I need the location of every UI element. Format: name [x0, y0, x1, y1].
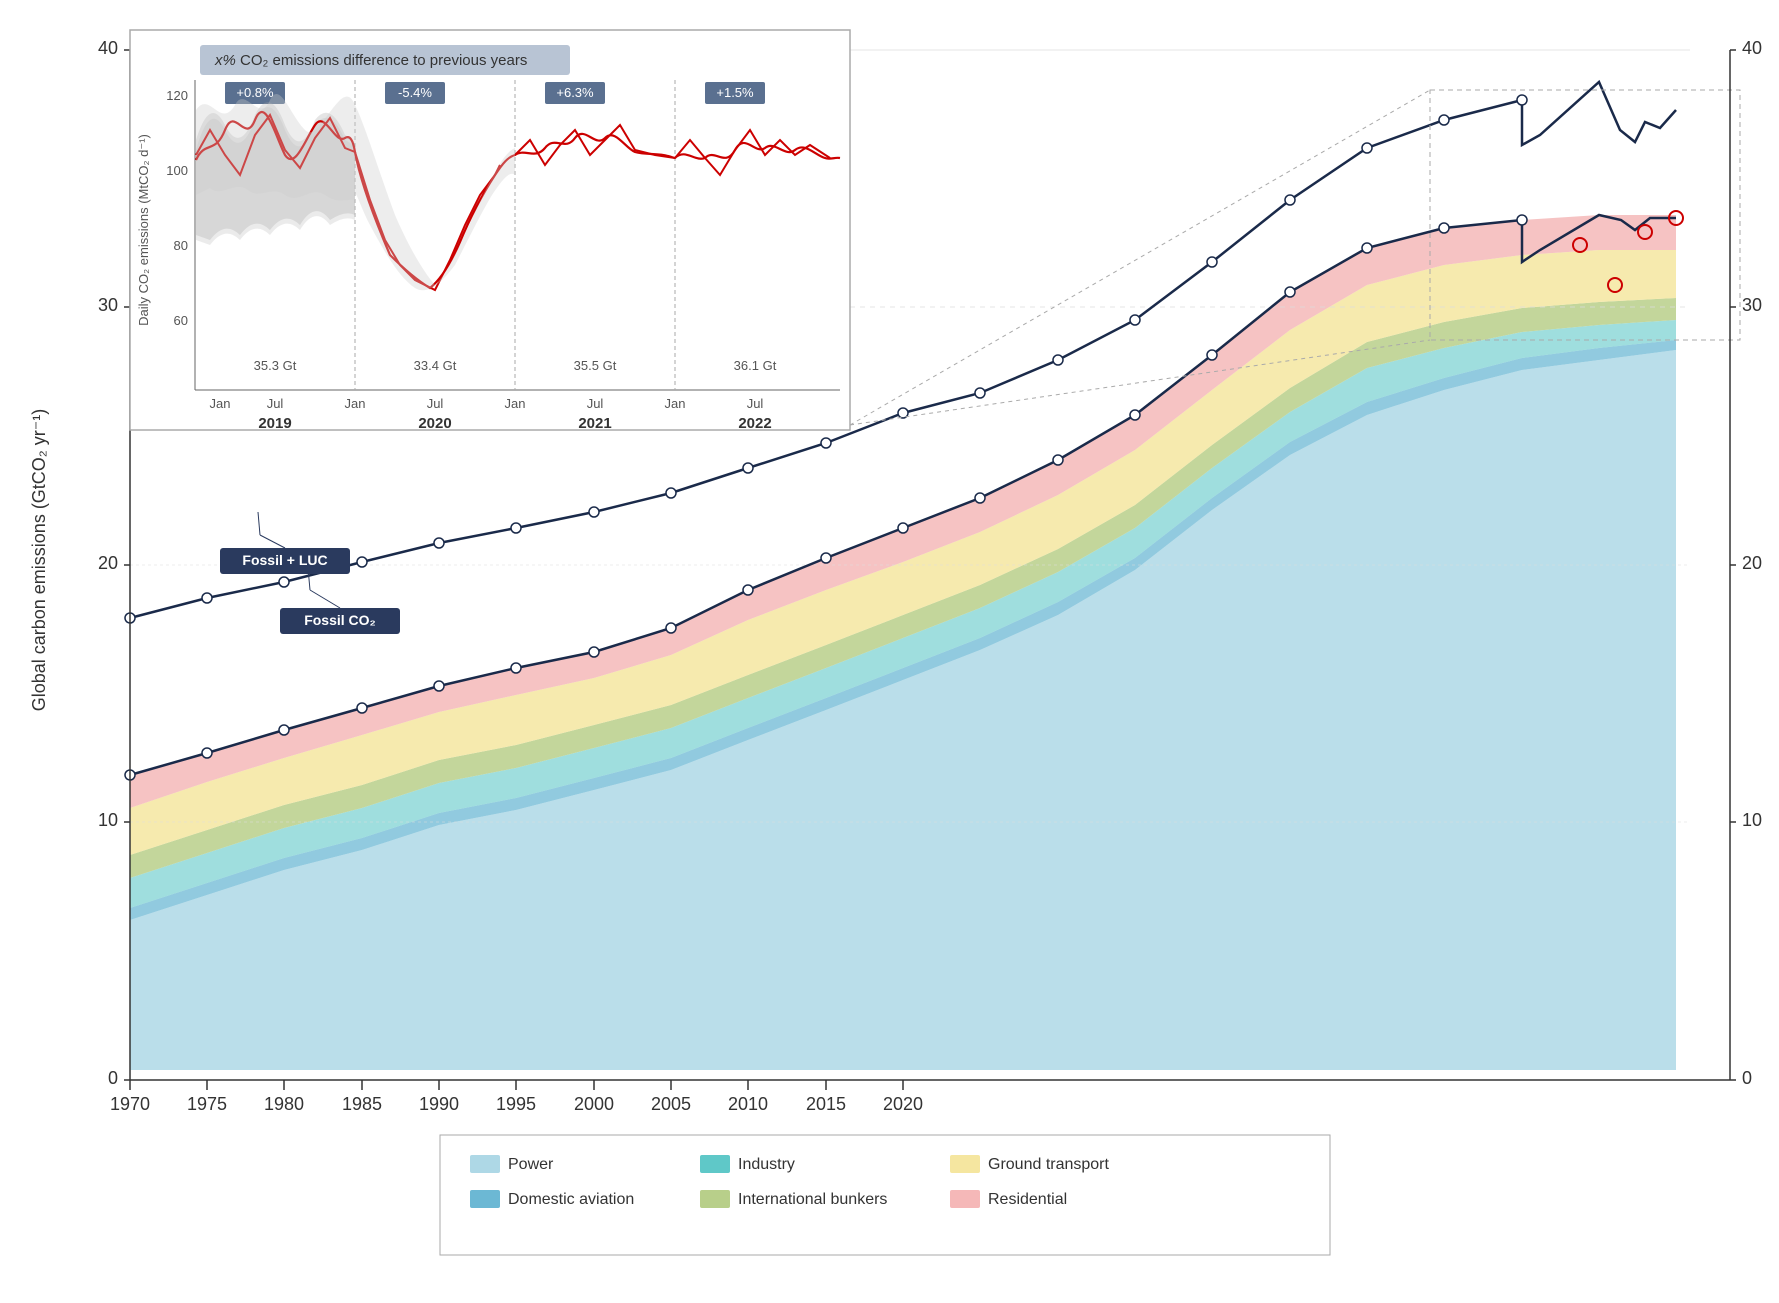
svg-text:10: 10 [1742, 810, 1762, 830]
svg-text:2019: 2019 [258, 415, 291, 432]
svg-text:Jan: Jan [210, 396, 231, 411]
svg-text:30: 30 [98, 295, 118, 315]
svg-text:-5.4%: -5.4% [398, 85, 432, 100]
svg-text:120: 120 [166, 88, 188, 103]
svg-text:Jan: Jan [665, 396, 686, 411]
svg-text:Fossil CO₂: Fossil CO₂ [304, 612, 376, 628]
svg-text:Industry: Industry [738, 1156, 795, 1173]
svg-text:+6.3%: +6.3% [556, 85, 594, 100]
svg-text:80: 80 [174, 238, 188, 253]
svg-text:1970: 1970 [110, 1094, 150, 1114]
svg-text:60: 60 [174, 313, 188, 328]
chart-container: 0 10 20 30 40 Global carbon emissions (G… [0, 0, 1779, 1303]
svg-text:Jul: Jul [747, 396, 764, 411]
svg-text:2005: 2005 [651, 1094, 691, 1114]
svg-text:33.4 Gt: 33.4 Gt [414, 358, 457, 373]
svg-text:1990: 1990 [419, 1094, 459, 1114]
svg-text:2010: 2010 [728, 1094, 768, 1114]
svg-text:+1.5%: +1.5% [716, 85, 754, 100]
svg-text:2021: 2021 [578, 415, 611, 432]
svg-text:2022: 2022 [738, 415, 771, 432]
svg-text:1980: 1980 [264, 1094, 304, 1114]
svg-text:1985: 1985 [342, 1094, 382, 1114]
svg-text:Domestic aviation: Domestic aviation [508, 1191, 634, 1208]
svg-text:CO₂ emissions difference to pr: CO₂ emissions difference to previous yea… [240, 52, 527, 69]
svg-text:Jan: Jan [345, 396, 366, 411]
svg-text:2020: 2020 [883, 1094, 923, 1114]
svg-text:10: 10 [98, 810, 118, 830]
svg-text:x%: x% [214, 52, 236, 69]
svg-text:2000: 2000 [574, 1094, 614, 1114]
svg-text:Daily CO₂ emissions (MtCO₂ d⁻¹: Daily CO₂ emissions (MtCO₂ d⁻¹) [136, 134, 151, 326]
svg-text:Residential: Residential [988, 1191, 1067, 1208]
svg-text:35.3 Gt: 35.3 Gt [254, 358, 297, 373]
svg-text:36.1 Gt: 36.1 Gt [734, 358, 777, 373]
svg-text:20: 20 [1742, 553, 1762, 573]
svg-text:35.5 Gt: 35.5 Gt [574, 358, 617, 373]
svg-text:2020: 2020 [418, 415, 451, 432]
svg-text:0: 0 [1742, 1068, 1752, 1088]
svg-text:20: 20 [98, 553, 118, 573]
svg-text:International bunkers: International bunkers [738, 1191, 887, 1208]
svg-text:30: 30 [1742, 295, 1762, 315]
svg-text:100: 100 [166, 163, 188, 178]
svg-text:1975: 1975 [187, 1094, 227, 1114]
svg-text:40: 40 [98, 38, 118, 58]
svg-text:1995: 1995 [496, 1094, 536, 1114]
svg-text:Jan: Jan [505, 396, 526, 411]
svg-text:Fossil + LUC: Fossil + LUC [242, 552, 327, 568]
svg-text:Global carbon emissions (GtCO₂: Global carbon emissions (GtCO₂ yr⁻¹) [29, 409, 49, 712]
svg-text:2015: 2015 [806, 1094, 846, 1114]
svg-text:+0.8%: +0.8% [236, 85, 274, 100]
svg-text:40: 40 [1742, 38, 1762, 58]
svg-text:0: 0 [108, 1068, 118, 1088]
svg-text:Jul: Jul [267, 396, 284, 411]
svg-text:Power: Power [508, 1156, 554, 1173]
svg-text:Jul: Jul [587, 396, 604, 411]
svg-text:Jul: Jul [427, 396, 444, 411]
svg-text:Ground transport: Ground transport [988, 1156, 1110, 1173]
